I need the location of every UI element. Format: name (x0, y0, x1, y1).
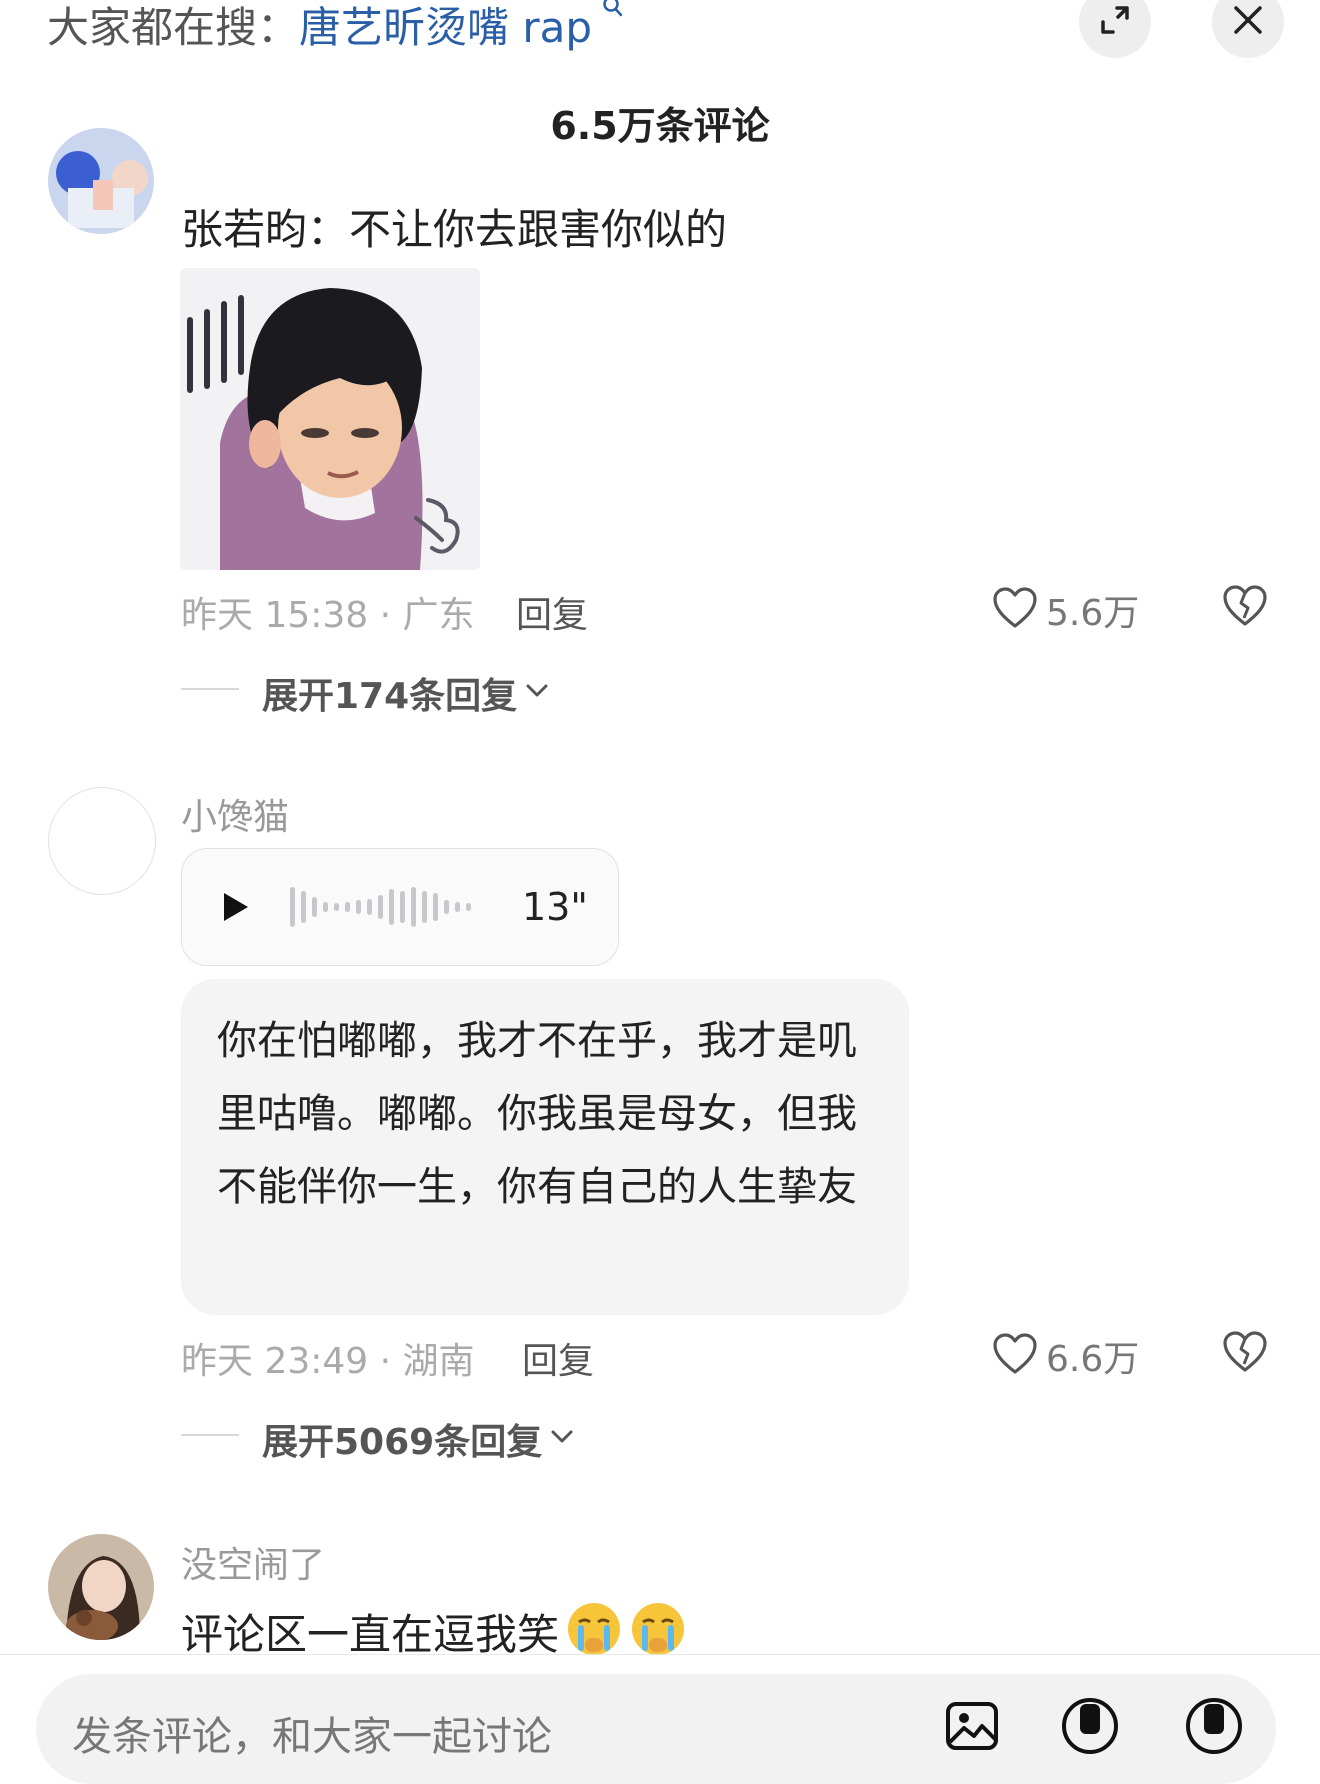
divider (0, 1654, 1320, 1655)
broken-heart-icon (1222, 1331, 1268, 1378)
search-icon (594, 0, 624, 27)
search-query-link[interactable]: 唐艺昕烫嘴 rap (299, 3, 592, 52)
comment-time-location: 昨天 23:49 · 湖南 (181, 1341, 475, 1382)
sticker-image[interactable] (180, 268, 480, 570)
username[interactable]: 没空闹了 (181, 1536, 325, 1588)
comment-body: 评论区一直在逗我笑 (181, 1600, 687, 1662)
expand-button[interactable] (1079, 0, 1151, 58)
expand-replies-button[interactable]: 展开174条回复 (262, 667, 549, 719)
voice-message-player[interactable]: 13" (181, 848, 619, 966)
like-count: 5.6万 (1046, 593, 1140, 634)
close-icon (1230, 2, 1266, 42)
play-icon (222, 891, 250, 927)
comment-text: 张若昀：不让你去跟害你似的 (181, 205, 728, 254)
dislike-button[interactable] (1222, 584, 1268, 632)
broken-heart-icon (1222, 585, 1268, 632)
close-button[interactable] (1212, 0, 1284, 58)
crying-emoji-icon (629, 1600, 687, 1662)
expand-replies-label: 展开5069条回复 (262, 1422, 543, 1463)
divider (181, 688, 239, 690)
comment-input-placeholder[interactable]: 发条评论，和大家一起讨论 (72, 1704, 552, 1762)
crying-emoji-icon (565, 1600, 623, 1662)
search-suggestion[interactable]: 大家都在搜：唐艺昕烫嘴 rap (47, 0, 624, 55)
heart-icon (992, 586, 1038, 634)
like-button[interactable]: 5.6万 (992, 584, 1139, 636)
expand-replies-label: 展开174条回复 (262, 676, 518, 717)
comment-count-title: 6.5万条评论 (550, 104, 770, 148)
chevron-down-icon (525, 683, 549, 703)
dislike-button[interactable] (1222, 1330, 1268, 1378)
expand-icon (1097, 2, 1133, 42)
search-prefix: 大家都在搜： (47, 3, 300, 52)
username[interactable]: 小馋猫 (181, 788, 289, 840)
heart-icon (992, 1332, 1038, 1380)
voice-transcript-bubble: 你在怕嘟嘟，我才不在乎，我才是叽里咕噜。嘟嘟。你我虽是母女，但我不能伴你一生，你… (181, 979, 909, 1315)
avatar[interactable] (48, 1534, 154, 1640)
image-icon[interactable] (944, 1698, 1000, 1758)
comment-input-bar[interactable]: 发条评论，和大家一起讨论 (36, 1674, 1276, 1784)
avatar[interactable] (48, 128, 154, 234)
comment-time-location: 昨天 15:38 · 广东 (181, 595, 475, 636)
chevron-down-icon (550, 1429, 574, 1449)
reply-button[interactable]: 回复 (522, 1332, 594, 1384)
avatar[interactable] (48, 787, 156, 895)
expand-replies-button[interactable]: 展开5069条回复 (262, 1413, 574, 1465)
voice-duration: 13" (522, 885, 588, 929)
emoji-icon[interactable] (1184, 1696, 1244, 1760)
divider (181, 1434, 239, 1436)
waveform (290, 885, 474, 933)
like-count: 6.6万 (1046, 1339, 1140, 1380)
reply-button[interactable]: 回复 (516, 586, 588, 638)
voice-transcript-text: 你在怕嘟嘟，我才不在乎，我才是叽里咕噜。嘟嘟。你我虽是母女，但我不能伴你一生，你… (217, 1018, 857, 1210)
like-button[interactable]: 6.6万 (992, 1330, 1139, 1382)
comment-text: 评论区一直在逗我笑 (181, 1609, 560, 1659)
emoji-icon[interactable] (1060, 1696, 1120, 1760)
